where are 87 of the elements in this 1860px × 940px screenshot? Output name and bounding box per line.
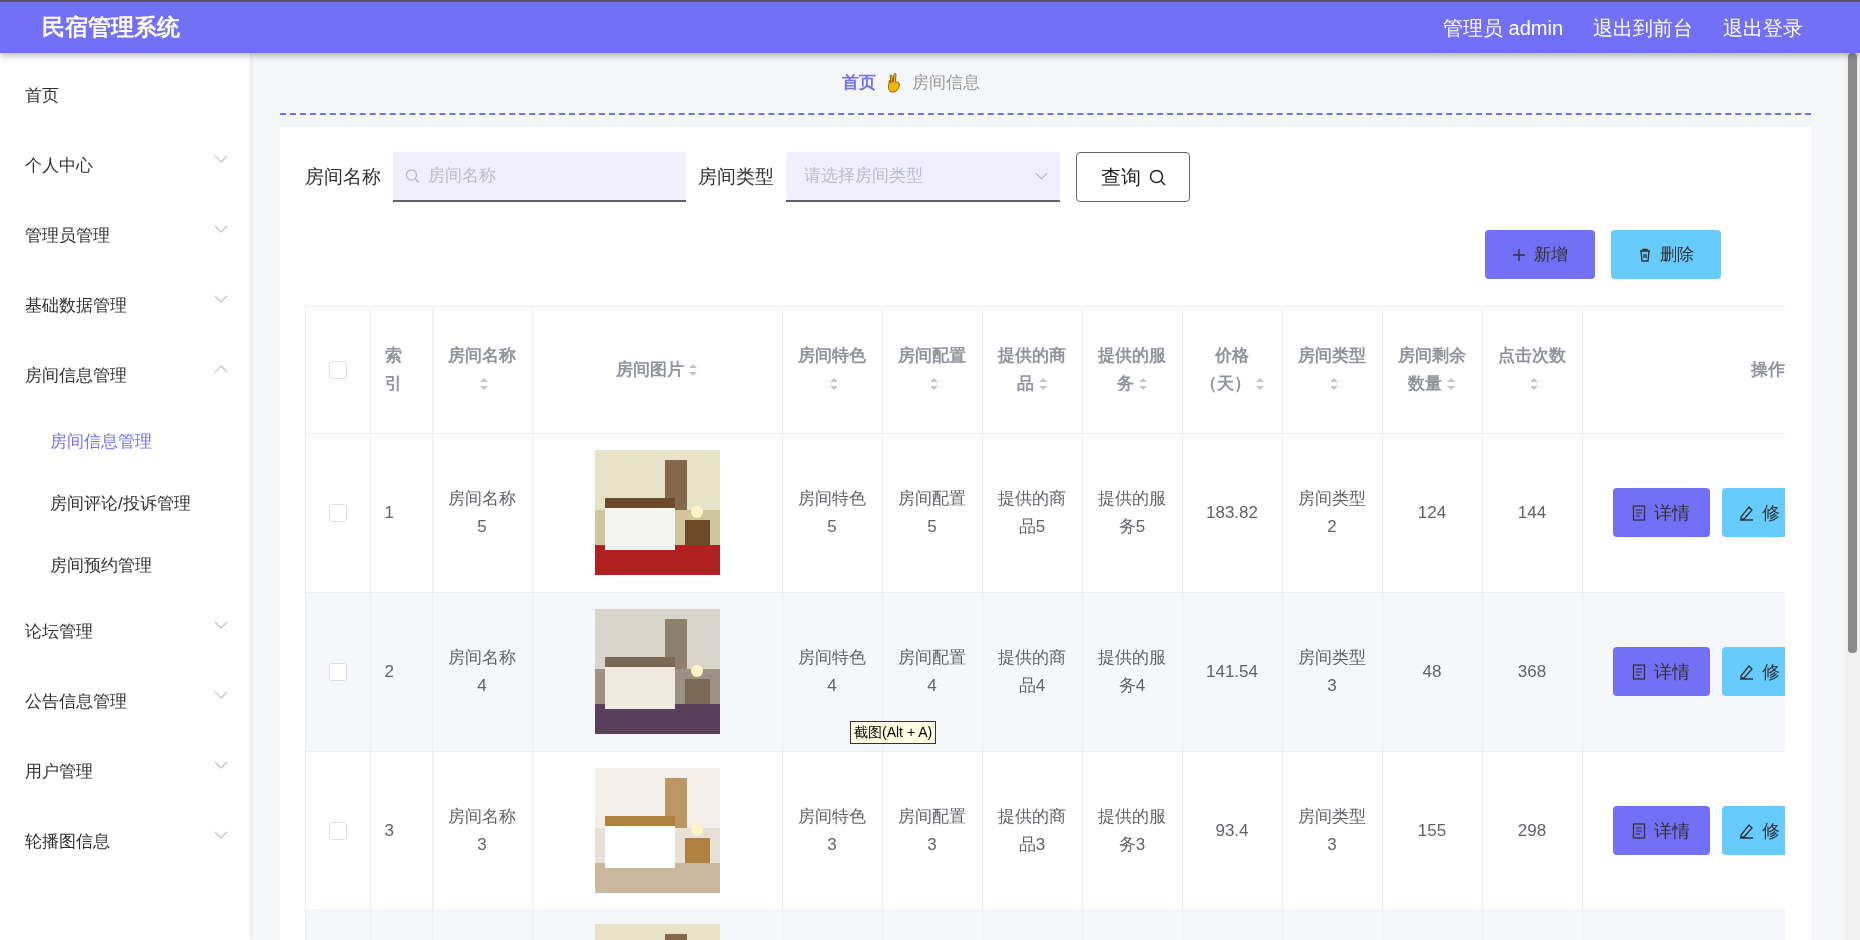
table-cell: 房间特色3	[782, 751, 882, 910]
search-box[interactable]: 房间名称	[393, 152, 686, 202]
table-cell: 368	[1482, 592, 1582, 751]
column-header: 房间配置	[898, 345, 966, 365]
edit-button[interactable]: 修	[1721, 488, 1785, 537]
sidebar-item[interactable]: 管理员管理	[25, 223, 110, 249]
checkbox[interactable]	[328, 361, 347, 380]
sidebar-item[interactable]: 公告信息管理	[25, 689, 127, 715]
table-cell: 141.54	[1182, 592, 1282, 751]
table-cell: 93.4	[1182, 751, 1282, 910]
column-header: 提供的服务	[1098, 345, 1166, 393]
sidebar-item[interactable]: 房间信息管理	[25, 363, 127, 389]
column-header: 操作	[1750, 359, 1785, 379]
app-title: 民宿管理系统	[42, 13, 180, 43]
table-cell: 提供的服务5	[1082, 433, 1182, 592]
table-cell: 48	[1382, 592, 1482, 751]
sidebar-item[interactable]: 首页	[25, 83, 59, 109]
select-field[interactable]: 请选择房间类型	[802, 162, 1030, 190]
sidebar-item[interactable]: 用户管理	[25, 759, 93, 785]
search-field[interactable]: 房间名称	[425, 162, 674, 190]
column-header: 价格（天）	[1199, 345, 1251, 393]
chevron-icon	[1035, 171, 1048, 181]
column-header: 房间剩余数量	[1398, 345, 1466, 393]
table-cell: 3	[370, 751, 432, 910]
table-cell: 2	[370, 592, 432, 751]
column-header: 提供的商品	[998, 345, 1066, 393]
sidebar-item[interactable]: 论坛管理	[25, 619, 93, 645]
edit-button[interactable]: 修	[1721, 806, 1785, 855]
table-cell: 183.82	[1182, 433, 1282, 592]
plus-icon	[1512, 247, 1526, 262]
trash-icon	[1638, 247, 1652, 262]
header-link[interactable]: 管理员 admin	[1442, 12, 1563, 43]
sidebar-item[interactable]: 基础数据管理	[25, 293, 127, 319]
column-header: 房间特色	[798, 345, 866, 365]
field-label: 房间类型	[698, 164, 774, 189]
checkbox[interactable]	[328, 663, 347, 681]
submenu-item[interactable]: 房间评论/投诉管理	[50, 491, 191, 517]
table-cell: 提供的商品4	[982, 592, 1082, 751]
table-cell: 房间类型3	[1282, 592, 1382, 751]
table-cell: 房间配置3	[882, 751, 982, 910]
table-cell: 房间名称3	[432, 751, 532, 910]
table-cell: 房间名称4	[432, 592, 532, 751]
edit-button[interactable]: 修	[1721, 647, 1785, 696]
column-header: 索引	[384, 345, 402, 393]
table-cell: 提供的服务4	[1082, 592, 1182, 751]
column-header: 房间图片	[616, 359, 684, 379]
column-header: 点击次数	[1498, 345, 1566, 365]
document-icon	[1632, 504, 1646, 521]
field-label: 房间名称	[305, 164, 381, 189]
table-cell: 房间类型2	[1282, 433, 1382, 592]
hand-icon	[886, 73, 902, 93]
breadcrumb-link[interactable]: 首页	[842, 70, 876, 96]
delete-button[interactable]: 删除	[1611, 230, 1721, 279]
tooltip: 截图(Alt + A)	[850, 721, 937, 744]
table-cell: 124	[1382, 433, 1482, 592]
table-cell: 298	[1482, 751, 1582, 910]
table-cell: 提供的服务3	[1082, 751, 1182, 910]
column-header: 房间名称	[448, 345, 516, 365]
document-icon	[1632, 822, 1646, 839]
checkbox[interactable]	[328, 504, 347, 522]
sidebar-item[interactable]: 个人中心	[25, 153, 93, 179]
table-cell: 1	[370, 433, 432, 592]
document-icon	[1632, 663, 1646, 680]
pencil-icon	[1737, 663, 1754, 680]
checkbox[interactable]	[328, 822, 347, 840]
select-box[interactable]: 请选择房间类型	[786, 152, 1060, 202]
header-link[interactable]: 退出登录	[1723, 12, 1803, 43]
table-cell: 提供的商品5	[982, 433, 1082, 592]
breadcrumb-current: 房间信息	[912, 72, 980, 95]
table-cell: 提供的商品3	[982, 751, 1082, 910]
search-icon	[405, 168, 420, 184]
table-cell: 房间配置5	[882, 433, 982, 592]
submenu-item[interactable]: 房间预约管理	[50, 553, 152, 579]
table-cell: 155	[1382, 751, 1482, 910]
search-button[interactable]: 查询	[1076, 152, 1190, 202]
table-cell: 144	[1482, 433, 1582, 592]
pencil-icon	[1737, 822, 1754, 839]
table-cell: 房间名称5	[432, 433, 532, 592]
table-cell: 房间类型3	[1282, 751, 1382, 910]
sidebar-item[interactable]: 轮播图信息	[25, 829, 110, 855]
header-link[interactable]: 退出到前台	[1593, 12, 1693, 43]
scrollbar[interactable]	[1845, 53, 1860, 940]
pencil-icon	[1737, 504, 1754, 521]
submenu-item[interactable]: 房间信息管理	[50, 429, 152, 455]
search-icon	[1148, 168, 1166, 186]
table-cell: 房间特色5	[782, 433, 882, 592]
column-header: 房间类型	[1298, 345, 1366, 365]
